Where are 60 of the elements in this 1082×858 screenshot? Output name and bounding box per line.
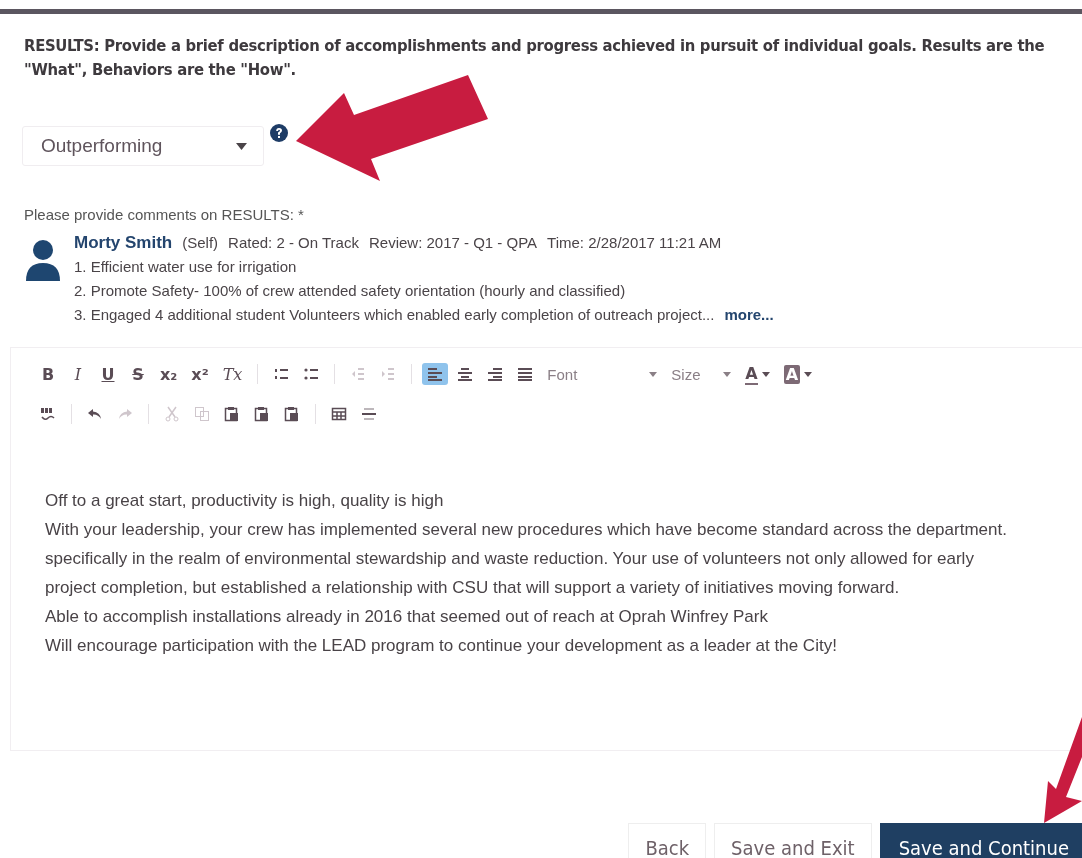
format-button[interactable]: I xyxy=(65,361,91,387)
color-letter: A xyxy=(783,364,801,384)
more-link[interactable]: more... xyxy=(724,306,774,323)
comment-line: 1. Efficient water use for irrigation xyxy=(74,258,297,275)
editor-text-line: specifically in the realm of environmental stewardship and waste reduction. Your use of volunteers not only allowed for early project completion, but established a relationship with CSU that will support a variety of initiatives moving forward. xyxy=(45,548,975,599)
format-button[interactable]: U xyxy=(95,361,121,387)
help-icon[interactable] xyxy=(270,124,288,142)
numbered-list-icon xyxy=(273,366,290,382)
justify-icon xyxy=(517,366,534,382)
style-dropdown[interactable]: Size xyxy=(666,362,737,386)
editor-text-line: Will encourage participation with the LEAD program to continue your development as a leader at the City! xyxy=(45,635,838,657)
clipboard-icon xyxy=(284,406,300,422)
review-text: Review: 2017 - Q1 - QPA xyxy=(368,233,538,253)
continue-button[interactable]: Save and Continue xyxy=(879,823,1082,858)
caret-icon xyxy=(804,371,813,377)
dropdown-label: Font xyxy=(547,365,578,383)
caret-icon xyxy=(236,142,247,150)
caret-icon xyxy=(723,371,732,377)
align-left-icon xyxy=(427,366,444,382)
indent-icon xyxy=(380,366,397,382)
editor-text-line: With your leadership, your crew has implemented several new procedures which have become standard across the department. xyxy=(45,519,1008,541)
color-letter: A xyxy=(745,363,758,385)
spellcheck-icon xyxy=(40,406,56,422)
user-silhouette-icon xyxy=(24,239,62,281)
outdent-icon xyxy=(350,366,367,382)
align-center-icon xyxy=(457,366,474,382)
bulleted-list-icon xyxy=(303,366,320,382)
time-text: Time: 2/28/2017 11:21 AM xyxy=(547,233,722,253)
horizontal-line-icon xyxy=(361,406,377,422)
caret-icon xyxy=(761,371,770,377)
format-button[interactable]: S xyxy=(125,361,151,387)
editor-text-line: Able to accomplish installations already in 2016 that seemed out of reach at Oprah Winfrey Park xyxy=(45,606,769,628)
style-dropdown[interactable]: Font xyxy=(542,362,663,386)
comment-line: 2. Promote Safety- 100% of crew attended safety orientation (hourly and classified) xyxy=(74,282,626,299)
author-name[interactable]: Morty Smith xyxy=(74,231,173,255)
copy-icon xyxy=(194,406,210,422)
align-left-button[interactable] xyxy=(422,363,449,385)
editor-text-line: Off to a great start, productivity is high, quality is high xyxy=(45,490,445,512)
instructions-text: RESULTS: Provide a brief description of accomplishments and progress achieved in pursuit of individual goals. Results are the "What", Behaviors are the "How". xyxy=(24,35,1046,81)
rating-text: Rated: 2 - On Track xyxy=(228,233,359,253)
background-color-button[interactable]: A xyxy=(778,361,818,387)
format-button[interactable]: B xyxy=(35,361,61,387)
dropdown-label: Size xyxy=(671,365,701,383)
rich-text-editor[interactable] xyxy=(10,347,1082,751)
secondary-button[interactable]: Save and Exit xyxy=(714,823,872,858)
align-right-icon xyxy=(487,366,504,382)
clipboard-icon xyxy=(224,406,240,422)
secondary-button[interactable]: Back xyxy=(628,823,707,858)
comment-line: 3. Engaged 4 additional student Volunteers which enabled early completion of outreach project... xyxy=(74,306,715,323)
table-icon xyxy=(331,406,347,422)
rating-dropdown[interactable]: Outperforming xyxy=(22,126,264,166)
caret-icon xyxy=(649,371,658,377)
format-button[interactable]: Tx xyxy=(217,361,248,387)
comments-label: Please provide comments on RESULTS: * xyxy=(24,206,305,223)
format-button[interactable]: x₂ xyxy=(155,361,183,387)
clipboard-icon xyxy=(254,406,270,422)
format-button[interactable]: x² xyxy=(186,361,214,387)
role-text: (Self) xyxy=(182,233,219,253)
text-color-button[interactable]: A xyxy=(740,360,775,388)
scissors-icon xyxy=(164,406,180,422)
